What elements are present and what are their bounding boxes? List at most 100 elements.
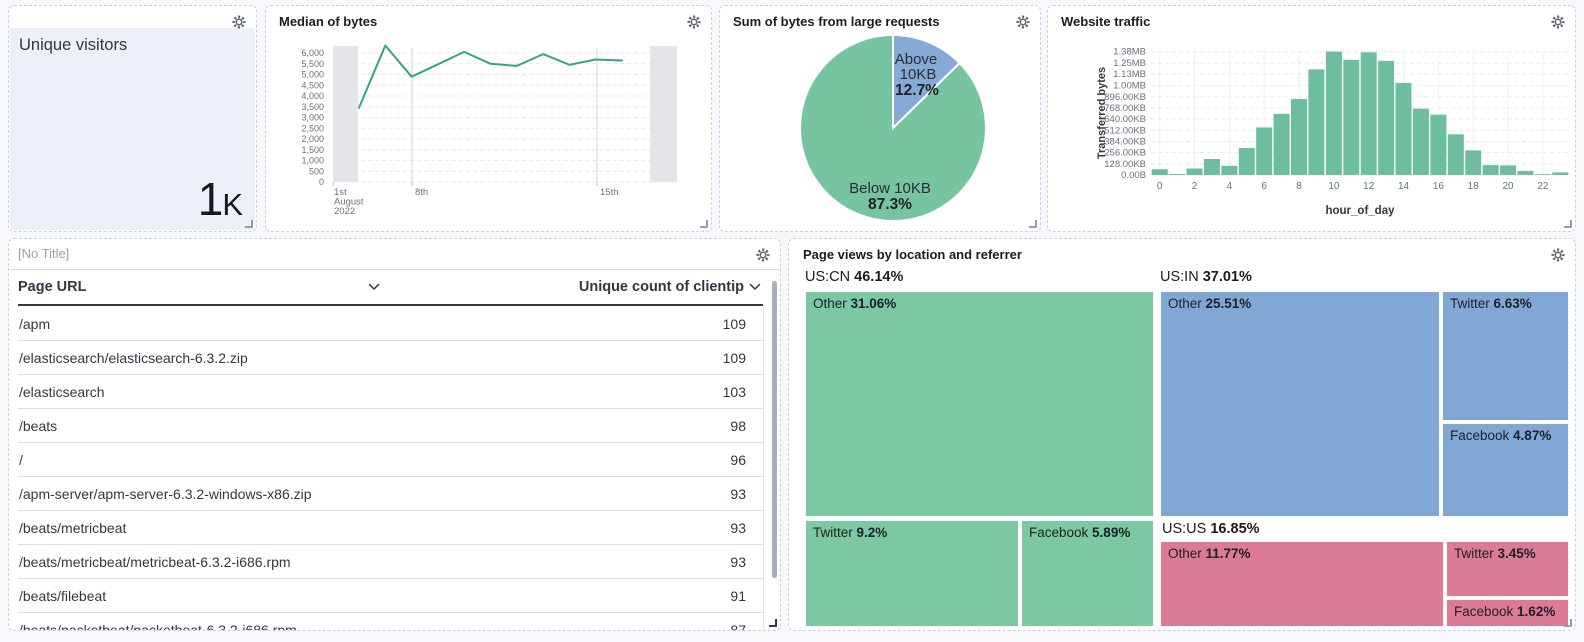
table-row[interactable]: /96: [18, 443, 763, 477]
y-axis-tick-label: 128.00KB: [1104, 159, 1146, 170]
bar-hour-16[interactable]: [1430, 115, 1446, 175]
y-axis-tick-label: 3,500: [301, 102, 324, 112]
bar-hour-23[interactable]: [1552, 172, 1568, 175]
x-axis-tick-label: 2: [1192, 181, 1198, 192]
chevron-down-icon[interactable]: [368, 283, 380, 291]
bar-hour-1[interactable]: [1169, 174, 1185, 175]
x-axis-tick-label: 0: [1157, 181, 1163, 192]
y-axis-tick-label: 256.00KB: [1104, 148, 1146, 159]
panel-settings-gear-icon[interactable]: [1012, 11, 1034, 33]
treemap-cell-us-cn-twitter[interactable]: Twitter 9.2%: [805, 520, 1019, 627]
x-axis-tick-label: 8: [1296, 181, 1302, 192]
bar-hour-21[interactable]: [1517, 171, 1533, 175]
table-row[interactable]: /beats/metricbeat/metricbeat-6.3.2-i686.…: [18, 545, 763, 579]
panel-resize-handle[interactable]: [1562, 617, 1572, 627]
table-row[interactable]: /beats/filebeat91: [18, 579, 763, 613]
treemap-cell-us-cn-other[interactable]: Other 31.06%: [805, 291, 1154, 517]
panel-sum-of-bytes-large-requests: Sum of bytes from large requests Above10…: [719, 5, 1041, 232]
bar-hour-0[interactable]: [1152, 169, 1168, 175]
panel-resize-handle[interactable]: [767, 617, 777, 627]
table-row[interactable]: /beats98: [18, 409, 763, 443]
treemap-cell-us-cn-facebook[interactable]: Facebook 5.89%: [1021, 520, 1154, 627]
y-axis-tick-label: 1.25MB: [1113, 58, 1146, 69]
panel-page-views-treemap: Page views by location and referrer US:C…: [788, 238, 1576, 631]
bar-hour-19[interactable]: [1483, 165, 1499, 175]
bar-hour-14[interactable]: [1396, 83, 1412, 175]
bar-hour-5[interactable]: [1239, 148, 1255, 175]
panel-settings-gear-icon[interactable]: [1547, 11, 1569, 33]
bar-hour-8[interactable]: [1291, 99, 1307, 175]
bar-hour-6[interactable]: [1256, 128, 1272, 176]
x-axis-title: hour_of_day: [1325, 205, 1395, 217]
x-axis-tick-label: 10: [1328, 181, 1340, 192]
treemap-cell-us-in-other[interactable]: Other 25.51%: [1160, 291, 1440, 517]
column-header-unique-count[interactable]: Unique count of clientip: [380, 279, 763, 295]
bar-hour-7[interactable]: [1274, 114, 1290, 175]
bar-hour-20[interactable]: [1500, 165, 1516, 175]
bar-hour-18[interactable]: [1465, 150, 1481, 175]
panel-settings-gear-icon[interactable]: [752, 244, 774, 266]
panel-settings-gear-icon[interactable]: [228, 11, 250, 33]
x-axis-tick-label: 6: [1261, 181, 1267, 192]
treemap-cell-us-us-other[interactable]: Other 11.77%: [1160, 541, 1444, 627]
bar-hour-12[interactable]: [1361, 52, 1377, 175]
treemap-cell-us-us-facebook[interactable]: Facebook 1.62%: [1446, 599, 1569, 627]
cell-unique-count: 109: [556, 316, 763, 332]
median-bytes-series-line[interactable]: [359, 46, 622, 108]
table-row[interactable]: /apm-server/apm-server-6.3.2-windows-x86…: [18, 477, 763, 511]
x-axis-tick-label: 15th: [600, 187, 619, 198]
pie-chart-svg: Above10KB12.7%Below 10KB87.3%: [720, 6, 1042, 233]
bar-hour-3[interactable]: [1204, 159, 1220, 175]
pie-slice-percentage: 12.7%: [895, 82, 939, 99]
bar-chart-svg: 1.38MB1.25MB1.13MB1.00MB896.00KB768.00KB…: [1048, 6, 1577, 233]
metric-value: 1K: [198, 172, 242, 226]
bar-hour-13[interactable]: [1378, 61, 1394, 175]
vertical-scrollbar-thumb[interactable]: [772, 281, 777, 578]
bar-hour-4[interactable]: [1221, 166, 1237, 175]
treemap-cell-label: Twitter 3.45%: [1447, 542, 1568, 565]
table-row[interactable]: /beats/metricbeat93: [18, 511, 763, 545]
cell-unique-count: 109: [556, 350, 763, 366]
bar-hour-2[interactable]: [1187, 169, 1203, 176]
table-row[interactable]: /beats/packetbeat/packetbeat-6.3.2-i686.…: [18, 613, 763, 630]
x-axis-tick-label: 20: [1502, 181, 1514, 192]
bytes-pie-chart[interactable]: Above10KB12.7%Below 10KB87.3%: [720, 6, 1040, 231]
y-axis-tick-label: 1,500: [301, 145, 324, 155]
cell-page-url: /beats/metricbeat: [18, 520, 556, 536]
treemap-cell-label: Twitter 9.2%: [806, 521, 1018, 544]
panel-title: [No Title]: [18, 246, 69, 261]
line-chart-svg: 6,0005,5005,0004,5004,0003,5003,0002,500…: [266, 6, 713, 233]
x-axis-tick-label: 18: [1468, 181, 1480, 192]
chevron-down-icon[interactable]: [749, 283, 761, 291]
bar-hour-22[interactable]: [1535, 174, 1551, 175]
panel-website-traffic: Website traffic 1.38MB1.25MB1.13MB1.00MB…: [1047, 5, 1576, 232]
treemap-cell-label: Facebook 5.89%: [1022, 521, 1153, 544]
panel-unique-visitors: Unique visitors 1K: [8, 5, 257, 232]
panel-resize-handle[interactable]: [243, 218, 253, 228]
y-axis-tick-label: 500: [309, 166, 324, 176]
table-row[interactable]: /apm109: [18, 307, 763, 341]
website-traffic-bar-chart[interactable]: 1.38MB1.25MB1.13MB1.00MB896.00KB768.00KB…: [1048, 6, 1575, 231]
bar-hour-9[interactable]: [1308, 69, 1324, 175]
bar-hour-17[interactable]: [1448, 134, 1464, 175]
treemap-cell-us-in-twitter[interactable]: Twitter 6.63%: [1442, 291, 1569, 421]
y-axis-tick-label: 0.00B: [1121, 170, 1146, 181]
table-row[interactable]: /elasticsearch/elasticsearch-6.3.2.zip10…: [18, 341, 763, 375]
median-of-bytes-line-chart[interactable]: 6,0005,5005,0004,5004,0003,5003,0002,500…: [266, 6, 711, 231]
treemap-cell-us-us-twitter[interactable]: Twitter 3.45%: [1446, 541, 1569, 597]
bar-hour-11[interactable]: [1343, 60, 1359, 175]
x-axis-tick-label: 2022: [334, 206, 355, 217]
panel-settings-gear-icon[interactable]: [683, 11, 705, 33]
treemap-cell-us-in-facebook[interactable]: Facebook 4.87%: [1442, 423, 1569, 517]
panel-resize-handle[interactable]: [698, 218, 708, 228]
column-header-page-url[interactable]: Page URL: [18, 279, 380, 295]
panel-resize-handle[interactable]: [1562, 218, 1572, 228]
bar-hour-15[interactable]: [1413, 109, 1429, 175]
panel-resize-handle[interactable]: [1027, 218, 1037, 228]
panel-title: Median of bytes: [279, 14, 377, 29]
panel-page-url-table: [No Title] Page URL Unique count of clie…: [8, 238, 781, 631]
panel-settings-gear-icon[interactable]: [1547, 244, 1569, 266]
table-row[interactable]: /elasticsearch103: [18, 375, 763, 409]
bar-hour-10[interactable]: [1326, 52, 1342, 175]
y-axis-tick-label: 5,500: [301, 59, 324, 69]
